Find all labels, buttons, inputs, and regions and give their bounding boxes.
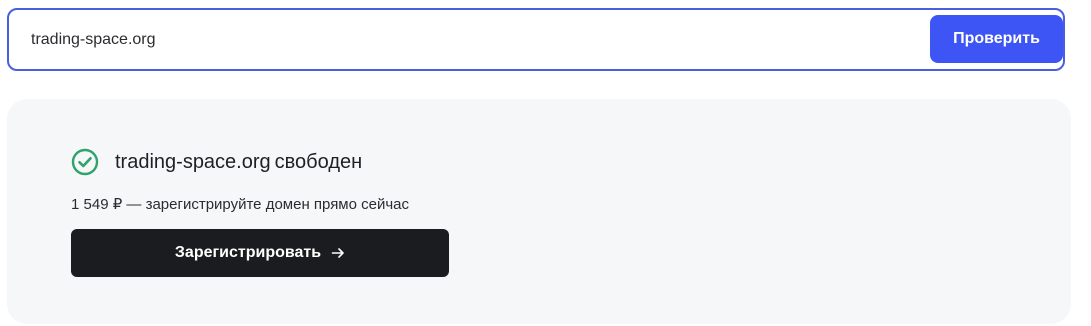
check-circle-icon: [71, 148, 99, 176]
domain-availability: свободен: [274, 150, 363, 173]
result-card: trading-space.org свободен 1 549 ₽ — заре…: [7, 99, 1071, 324]
price-text: 1 549 ₽ — зарегистрируйте домен прямо се…: [71, 196, 410, 213]
domain-status-heading: trading-space.org свободен: [115, 151, 362, 174]
domain-search-input[interactable]: [31, 10, 911, 69]
status-row: trading-space.org свободен: [71, 148, 362, 176]
domain-name: trading-space.org: [115, 150, 271, 173]
arrow-right-icon: [331, 246, 345, 260]
check-button[interactable]: Проверить: [930, 15, 1063, 63]
register-button-label: Зарегистрировать: [174, 244, 322, 261]
register-button[interactable]: Зарегистрировать: [71, 229, 449, 277]
domain-search-bar: Проверить: [7, 8, 1065, 71]
